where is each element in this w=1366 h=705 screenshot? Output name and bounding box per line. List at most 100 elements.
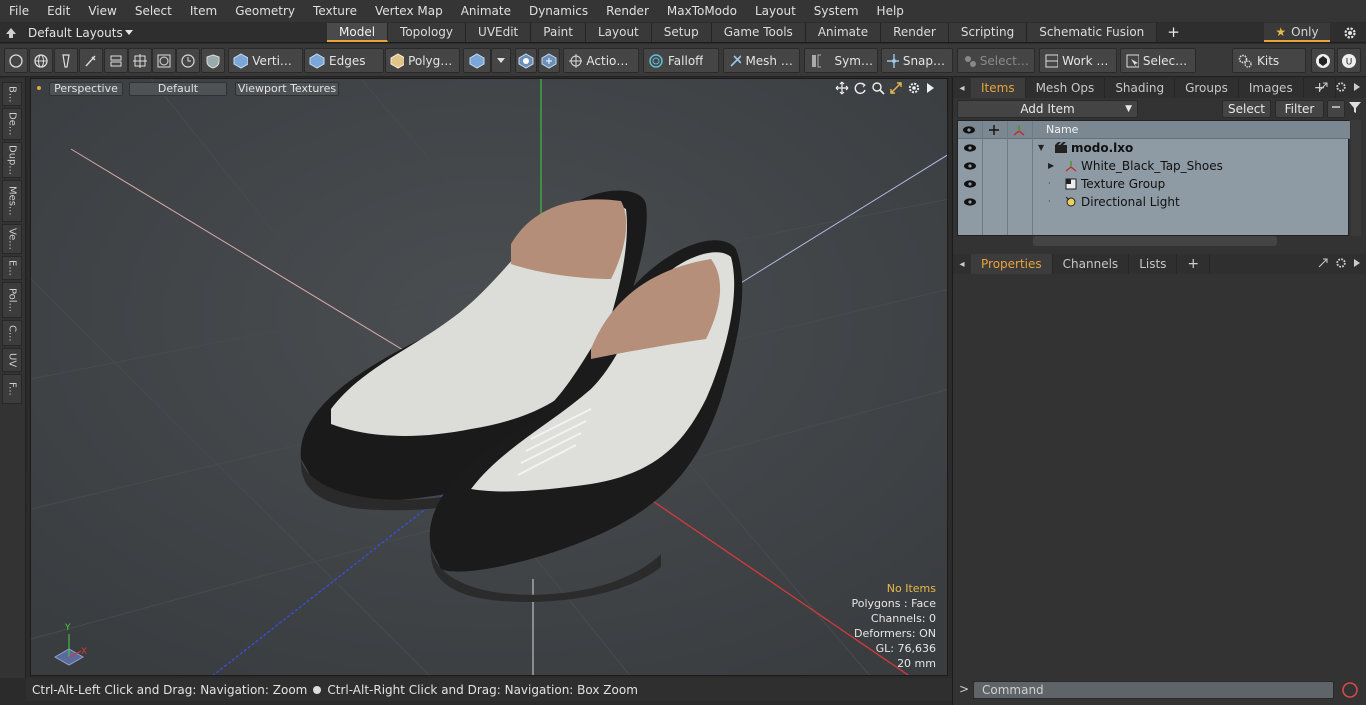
- command-input[interactable]: [973, 681, 1334, 699]
- align-button[interactable]: [104, 48, 128, 73]
- action-center-button[interactable]: Action ...: [563, 48, 639, 73]
- kits-button[interactable]: Kits: [1232, 48, 1306, 73]
- edges-button[interactable]: Edges: [304, 48, 384, 73]
- shading-default-button[interactable]: Default: [129, 82, 227, 96]
- tab-paint[interactable]: Paint: [531, 23, 586, 42]
- play-icon[interactable]: [925, 81, 935, 95]
- left-tab-0[interactable]: B...: [2, 82, 22, 106]
- menu-edit[interactable]: Edit: [38, 0, 79, 22]
- panel-tab-groups[interactable]: Groups: [1175, 78, 1239, 98]
- panel-tab-shading[interactable]: Shading: [1105, 78, 1176, 98]
- panel-tab-images[interactable]: Images: [1239, 78, 1304, 98]
- panel-gear-icon[interactable]: [1335, 257, 1347, 269]
- filter-button[interactable]: Filter: [1275, 100, 1324, 118]
- layout-selector[interactable]: Default Layouts: [4, 22, 133, 43]
- tab-setup[interactable]: Setup: [651, 23, 712, 42]
- collapse-arrow-icon[interactable]: ▼: [1038, 139, 1044, 157]
- pen-button[interactable]: [54, 48, 78, 73]
- tree-row-white-black-tap-shoes[interactable]: ▶ White_Black_Tap_Shoes: [958, 157, 1350, 175]
- tree-row-texture-group[interactable]: · Texture Group: [958, 175, 1350, 193]
- panel-tab-channels[interactable]: Channels: [1053, 254, 1130, 274]
- visibility-eye-icon[interactable]: [963, 179, 977, 192]
- expand-arrow-icon[interactable]: ▶: [1048, 157, 1054, 175]
- zoom-icon[interactable]: [871, 81, 885, 95]
- tab-game-tools[interactable]: Game Tools: [711, 23, 806, 42]
- panel-menu-icon[interactable]: ◂: [953, 83, 971, 94]
- left-tab-8[interactable]: UV: [2, 348, 22, 372]
- viewport-textures-button[interactable]: Viewport Textures: [235, 82, 339, 96]
- item-list-horizontal-scrollbar[interactable]: [1033, 236, 1277, 246]
- panel-arrow-icon[interactable]: [1353, 257, 1361, 269]
- left-tab-4[interactable]: Ve...: [2, 224, 22, 254]
- left-tab-3[interactable]: Mes...: [2, 180, 22, 222]
- unity-button[interactable]: [1311, 48, 1335, 73]
- expand-icon[interactable]: [1317, 81, 1329, 93]
- menu-render[interactable]: Render: [597, 0, 658, 22]
- record-icon[interactable]: [1341, 681, 1359, 699]
- brush-button[interactable]: [79, 48, 103, 73]
- left-tab-7[interactable]: C...: [2, 320, 22, 346]
- menu-help[interactable]: Help: [868, 0, 913, 22]
- item-list-vertical-scrollbar[interactable]: [1351, 120, 1361, 236]
- selection-sets-button[interactable]: Selecti ...: [1120, 48, 1196, 73]
- viewport-menu-dot-icon[interactable]: [37, 86, 41, 90]
- tab-schematic-fusion[interactable]: Schematic Fusion: [1027, 23, 1158, 42]
- menu-system[interactable]: System: [805, 0, 868, 22]
- timer-button[interactable]: [176, 48, 200, 73]
- left-tab-2[interactable]: Dup...: [2, 142, 22, 178]
- vertices-button[interactable]: Vertices: [228, 48, 303, 73]
- square-select-button[interactable]: [152, 48, 176, 73]
- mesh-constraint-button[interactable]: Mesh C ...: [723, 48, 800, 73]
- material-button[interactable]: [515, 48, 537, 73]
- viewport-gear-icon[interactable]: [907, 81, 921, 95]
- tab-scripting[interactable]: Scripting: [948, 23, 1028, 42]
- visibility-eye-icon[interactable]: [963, 197, 977, 210]
- tab-model[interactable]: Model: [327, 23, 389, 42]
- tab-uvedit[interactable]: UVEdit: [466, 23, 532, 42]
- menu-animate[interactable]: Animate: [452, 0, 520, 22]
- rotate-icon[interactable]: [853, 81, 867, 95]
- pivot-button[interactable]: [538, 48, 560, 73]
- left-tab-6[interactable]: Pol...: [2, 282, 22, 318]
- tab-render[interactable]: Render: [881, 23, 949, 42]
- panel-menu-icon[interactable]: ◂: [953, 259, 971, 270]
- panel-gear-icon[interactable]: [1335, 81, 1347, 93]
- menu-view[interactable]: View: [79, 0, 125, 22]
- tree-row-directional-light[interactable]: · Directional Light: [958, 193, 1350, 211]
- snapping-button[interactable]: Snapping: [881, 48, 953, 73]
- polygons-button[interactable]: Polygons: [385, 48, 460, 73]
- panel-tab-mesh-ops[interactable]: Mesh Ops: [1026, 78, 1106, 98]
- mode-dropdown[interactable]: [491, 48, 511, 73]
- panel-tab-properties[interactable]: Properties: [971, 254, 1053, 274]
- select-circle-button[interactable]: [4, 48, 28, 73]
- select-through-button[interactable]: Select T...: [957, 48, 1035, 73]
- move-icon[interactable]: [835, 81, 849, 95]
- menu-layout[interactable]: Layout: [746, 0, 805, 22]
- left-tab-5[interactable]: E...: [2, 256, 22, 280]
- menu-maxtomodo[interactable]: MaxToModo: [658, 0, 746, 22]
- panel-tab-lists[interactable]: Lists: [1129, 254, 1178, 274]
- left-tab-9[interactable]: F...: [2, 374, 22, 404]
- tree-row-modo-lxo[interactable]: ▼ modo.lxo: [958, 139, 1350, 157]
- menu-item[interactable]: Item: [181, 0, 226, 22]
- maximize-icon[interactable]: [889, 81, 903, 95]
- falloff-button[interactable]: Falloff: [643, 48, 719, 73]
- menu-select[interactable]: Select: [126, 0, 181, 22]
- collapse-button[interactable]: [1327, 100, 1345, 118]
- work-plane-button[interactable]: Work Pl...: [1039, 48, 1117, 73]
- only-toggle[interactable]: ★ Only: [1264, 23, 1330, 42]
- add-panel-tab-button[interactable]: +: [1177, 254, 1211, 274]
- select-button[interactable]: Select: [1222, 100, 1271, 118]
- menu-vertex-map[interactable]: Vertex Map: [366, 0, 452, 22]
- menu-geometry[interactable]: Geometry: [226, 0, 304, 22]
- visibility-eye-icon[interactable]: [963, 161, 977, 174]
- perspective-button[interactable]: Perspective: [49, 82, 123, 96]
- shield-button[interactable]: [201, 48, 225, 73]
- menu-texture[interactable]: Texture: [304, 0, 366, 22]
- center-button[interactable]: [128, 48, 152, 73]
- menu-file[interactable]: File: [0, 0, 38, 22]
- visibility-eye-icon[interactable]: [963, 143, 977, 156]
- expand-icon[interactable]: [1317, 257, 1329, 269]
- item-mode-button[interactable]: [463, 48, 491, 73]
- symmetry-button[interactable]: Symm ...: [804, 48, 878, 73]
